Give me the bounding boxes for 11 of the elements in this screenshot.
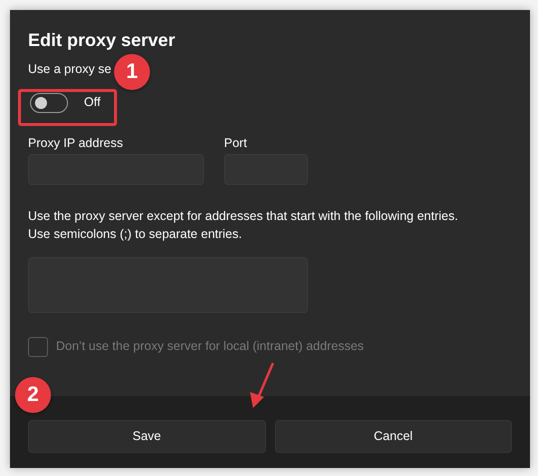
arrow: [250, 362, 274, 408]
toggle-state: Off: [84, 94, 100, 111]
cancel-button[interactable]: Cancel: [274, 420, 512, 453]
checkbox-label: Don’t use the proxy server for local (intranet) addresses: [56, 338, 364, 356]
field-label: Proxy IP address: [28, 134, 124, 152]
toggle-label: Use a proxy se: [28, 61, 112, 78]
toggle-switch[interactable]: [30, 92, 68, 112]
description-text: Use the proxy server except for addresses that start with the following entries. Use semicolons (;) to separate entries.: [28, 208, 460, 243]
save-button[interactable]: Save: [28, 420, 266, 453]
field-label: Port: [224, 134, 248, 152]
dialog-title: Edit proxy server: [28, 29, 176, 52]
